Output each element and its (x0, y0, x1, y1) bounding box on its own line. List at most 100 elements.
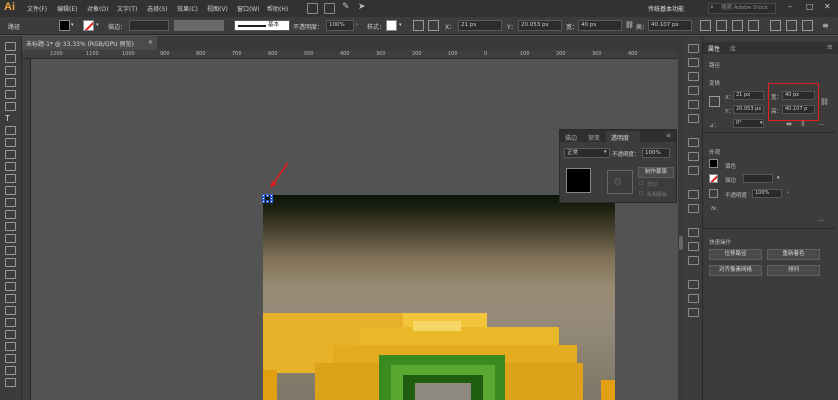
align-icon[interactable] (413, 20, 424, 31)
menu-view[interactable]: 视图(V) (207, 4, 228, 13)
transparency-panel-icon[interactable] (688, 166, 699, 175)
reference-point-icon[interactable] (700, 20, 711, 31)
y-field[interactable]: 20.053 px (733, 105, 764, 114)
mask-thumbnail[interactable]: ⦸ (607, 170, 633, 194)
tab-properties[interactable]: 属性 (708, 44, 720, 53)
fill-swatch[interactable] (59, 20, 70, 31)
align-distribute-icon[interactable] (786, 20, 797, 31)
tab-stroke[interactable]: 描边 (565, 133, 577, 142)
flip-vertical-icon[interactable]: ⇳ (800, 120, 806, 128)
chevron-down-icon[interactable]: ▾ (96, 22, 99, 28)
direct-selection-tool-icon[interactable] (5, 54, 16, 63)
pathfinder-icon[interactable] (802, 20, 813, 31)
brushes-icon[interactable] (688, 86, 699, 95)
appearance-panel-icon[interactable] (688, 190, 699, 199)
x-field[interactable]: 21 px (733, 91, 764, 100)
layers-icon[interactable] (688, 228, 699, 237)
more-options-icon[interactable]: … (818, 215, 825, 223)
artboards-icon[interactable] (688, 242, 699, 251)
selection-bounding-box[interactable] (262, 194, 273, 203)
x-field[interactable]: 21 px (458, 20, 502, 31)
fx-button[interactable]: fx. (711, 206, 718, 212)
shaper-tool-icon[interactable] (5, 162, 16, 171)
offset-path-button[interactable]: 位移路径 (709, 249, 762, 260)
slice-tool-icon[interactable] (5, 354, 16, 363)
eyedropper-tool-icon[interactable] (5, 294, 16, 303)
panel-menu-icon[interactable] (770, 20, 781, 31)
width-field[interactable]: 40 px (578, 20, 622, 31)
pathfinder-panel-icon[interactable] (688, 294, 699, 303)
graphic-style-swatch[interactable] (386, 20, 397, 31)
recolor-button[interactable]: 重新着色 (767, 249, 820, 260)
pencil-tool-icon[interactable] (5, 174, 16, 183)
graphic-styles-icon[interactable] (688, 114, 699, 123)
menu-edit[interactable]: 编辑(E) (57, 4, 77, 13)
resize-handle[interactable] (266, 200, 269, 203)
column-graph-tool-icon[interactable] (5, 330, 16, 339)
opacity-field[interactable]: 100% (642, 148, 670, 158)
arrange-docs-icon[interactable] (324, 3, 335, 14)
resize-handle[interactable] (262, 200, 265, 203)
stroke-swatch[interactable] (83, 20, 94, 31)
hand-tool-icon[interactable] (5, 366, 16, 375)
stroke-panel-icon[interactable] (688, 138, 699, 147)
tab-gradient[interactable]: 渐变 (588, 133, 600, 142)
flip-horizontal-icon[interactable]: ⇹ (786, 120, 792, 128)
symbol-sprayer-tool-icon[interactable] (5, 318, 16, 327)
artboard-tool-icon[interactable] (5, 342, 16, 351)
y-field[interactable]: 20.053 px (518, 20, 562, 31)
chevron-down-icon[interactable]: ▾ (777, 175, 780, 181)
transform-panel-icon[interactable] (688, 308, 699, 317)
color-guide-icon[interactable] (688, 58, 699, 67)
asset-export-icon[interactable] (688, 256, 699, 265)
menu-type[interactable]: 文字(T) (117, 4, 137, 13)
paintbrush-tool-icon[interactable] (5, 150, 16, 159)
menu-file[interactable]: 文件(F) (27, 4, 47, 13)
color-panel-icon[interactable] (688, 44, 699, 53)
close-tab-icon[interactable]: ✕ (148, 39, 153, 46)
rotate-tool-icon[interactable] (5, 198, 16, 207)
vertical-ruler[interactable] (22, 59, 31, 400)
height-field[interactable]: 40.107 px (648, 20, 692, 31)
shape-builder-icon[interactable] (716, 20, 727, 31)
width-tool-icon[interactable] (5, 222, 16, 231)
chevron-right-icon[interactable]: › (787, 190, 789, 196)
line-segment-tool-icon[interactable] (5, 126, 16, 135)
rectangle-tool-icon[interactable] (5, 138, 16, 147)
opacity-field[interactable]: 100% (752, 189, 782, 198)
resize-handle[interactable] (266, 194, 269, 197)
menu-window[interactable]: 窗口(W) (237, 4, 260, 13)
pen-tool-icon[interactable] (5, 90, 16, 99)
menu-effect[interactable]: 效果(C) (177, 4, 198, 13)
align-to-pixel-grid-button[interactable]: 对齐像素网格 (709, 265, 762, 276)
eraser-tool-icon[interactable] (5, 186, 16, 195)
panel-menu-icon[interactable]: ≡ (827, 43, 833, 51)
arrange-button[interactable]: 排列 (767, 265, 820, 276)
placed-image[interactable] (263, 195, 615, 400)
make-mask-button[interactable]: 制作蒙版 (638, 167, 674, 178)
align-panel-icon[interactable] (688, 280, 699, 289)
stock-search-input[interactable]: 搜索 Adobe Stock (708, 3, 776, 14)
close-icon[interactable]: ✕ (824, 2, 831, 11)
variable-width-dropdown[interactable] (174, 20, 224, 31)
menu-help[interactable]: 帮助(H) (267, 4, 288, 13)
panel-menu-icon[interactable]: ≡ (666, 132, 671, 139)
gradient-tool-icon[interactable] (5, 282, 16, 291)
type-tool-icon[interactable]: T (5, 114, 16, 123)
blend-tool-icon[interactable] (5, 306, 16, 315)
gradient-panel-icon[interactable] (688, 152, 699, 161)
lasso-tool-icon[interactable] (5, 78, 16, 87)
hamburger-menu-icon[interactable]: ≡ (822, 21, 829, 30)
scrollbar-thumb[interactable] (679, 236, 683, 250)
resize-handle[interactable] (270, 200, 273, 203)
isolate-icon[interactable] (732, 20, 743, 31)
image-trace-icon[interactable] (688, 204, 699, 213)
mesh-tool-icon[interactable] (5, 270, 16, 279)
stroke-weight-field[interactable] (129, 20, 169, 31)
chevron-down-icon[interactable]: ▾ (71, 22, 74, 28)
chevron-down-icon[interactable]: ▾ (760, 120, 763, 126)
free-transform-tool-icon[interactable] (5, 234, 16, 243)
constrain-proportions-icon[interactable]: ⛓ (820, 98, 829, 106)
clip-checkbox[interactable]: ☐ (639, 181, 643, 187)
bridge-icon[interactable] (307, 3, 318, 14)
